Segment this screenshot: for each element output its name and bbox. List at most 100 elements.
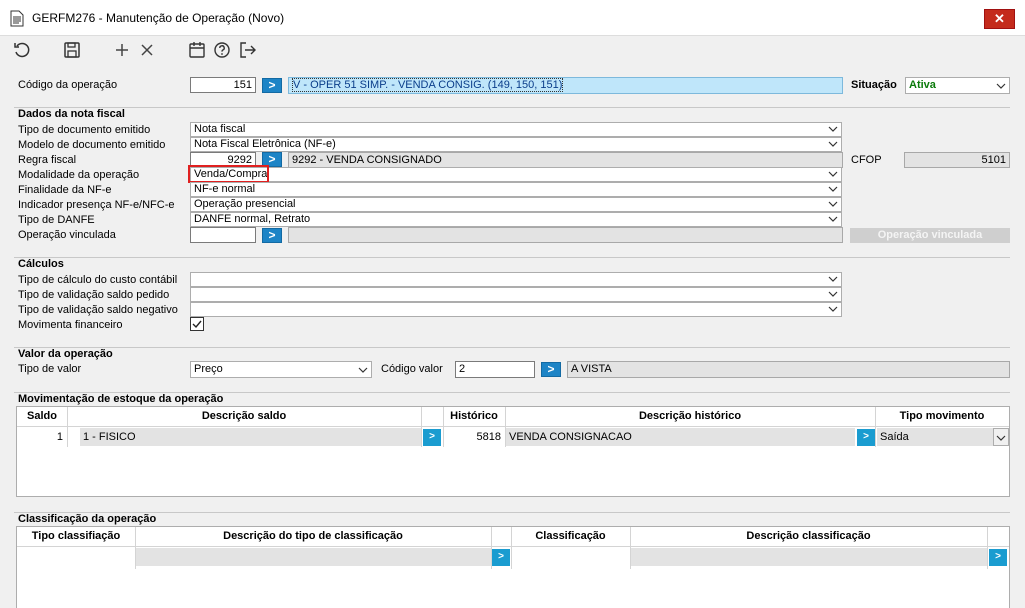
estoque-grid: Saldo Descrição saldo Histórico Descriçã… [16,406,1010,497]
col-descricao-classificacao[interactable]: Descrição classificação [630,530,987,542]
chevron-down-icon [358,367,368,373]
col-saldo[interactable]: Saldo [17,410,67,422]
window-title: GERFM276 - Manutenção de Operação (Novo) [32,11,285,25]
row-tipo-movimento-select[interactable]: Saída [877,428,1009,446]
cfop-label: CFOP [851,154,882,166]
row-saldo: 1 [56,431,63,443]
chevron-down-icon [828,216,838,222]
operacao-vinculada-description [288,227,843,243]
undo-icon[interactable] [12,40,32,60]
modelo-documento-label: Modelo de documento emitido [18,139,166,151]
tipo-documento-select[interactable]: Nota fiscal [190,122,842,137]
chevron-down-icon [828,201,838,207]
row-descricao-saldo-text: 1 - FISICO [83,431,136,443]
tipo-documento-value: Nota fiscal [194,123,246,135]
chevron-down-icon [828,186,838,192]
tipo-documento-label: Tipo de documento emitido [18,124,151,136]
estoque-title: Movimentação de estoque da operação [18,393,224,405]
tipo-danfe-label: Tipo de DANFE [18,214,95,226]
custo-contabil-select[interactable] [190,272,842,287]
calculos-title: Cálculos [18,258,64,270]
col-descricao-tipo-classificacao[interactable]: Descrição do tipo de classificação [135,530,491,542]
form-area: Código da operação 151 > V - OPER 51 SIM… [0,64,1025,608]
finalidade-nfe-select[interactable]: NF-e normal [190,182,842,197]
row-descricao-historico: VENDA CONSIGNACAO [506,428,855,446]
toolbar [0,36,1025,64]
descricao-operacao-field[interactable]: V - OPER 51 SIMP. - VENDA CONSIG. (149, … [288,77,843,94]
indicador-presenca-label: Indicador presença NF-e/NFC-e [18,199,175,211]
document-icon [10,10,24,27]
finalidade-nfe-label: Finalidade da NF-e [18,184,112,196]
row-classificacao-search-button[interactable]: > [989,549,1007,566]
operacao-vinculada-button[interactable]: Operação vinculada [850,228,1010,243]
modalidade-operacao-label: Modalidade da operação [18,169,140,181]
modelo-documento-value: Nota Fiscal Eletrônica (NF-e) [194,138,336,150]
situacao-select[interactable]: Ativa [905,77,1010,94]
save-icon[interactable] [62,40,82,60]
col-classificacao[interactable]: Classificação [511,530,630,542]
codigo-valor-search-button[interactable]: > [541,362,561,377]
indicador-presenca-select[interactable]: Operação presencial [190,197,842,212]
help-icon[interactable] [212,40,232,60]
col-tipo-movimento[interactable]: Tipo movimento [875,410,1009,422]
row-descricao-historico-text: VENDA CONSIGNACAO [509,431,632,443]
checkmark-icon [192,320,202,329]
operacao-vinculada-search-button[interactable]: > [262,228,282,243]
operacao-vinculada-label: Operação vinculada [18,229,116,241]
row-descricao-tipo-classificacao [136,548,491,566]
codigo-valor-label: Código valor [381,363,443,375]
cfop-value: 5101 [904,152,1010,168]
tipo-danfe-value: DANFE normal, Retrato [194,213,311,225]
saldo-pedido-select[interactable] [190,287,842,302]
tipo-valor-select[interactable]: Preço [190,361,372,378]
title-bar: GERFM276 - Manutenção de Operação (Novo)… [0,0,1025,36]
codigo-operacao-label: Código da operação [18,79,118,91]
table-row[interactable]: > > [17,548,1009,567]
operacao-vinculada-input[interactable] [190,227,256,243]
codigo-operacao-search-button[interactable]: > [262,78,282,93]
row-tipo-classificacao-search-button[interactable]: > [492,549,510,566]
table-row[interactable]: 1 1 - FISICO > 5818 VENDA CONSIGNACAO > … [17,428,1009,447]
chevron-down-icon [828,306,838,312]
chevron-down-icon [828,126,838,132]
regra-fiscal-description: 9292 - VENDA CONSIGNADO [288,152,843,168]
valor-operacao-title: Valor da operação [18,348,113,360]
row-tipo-movimento-value: Saída [880,431,909,443]
exit-icon[interactable] [237,40,257,60]
indicador-presenca-value: Operação presencial [194,198,296,210]
col-descricao-saldo[interactable]: Descrição saldo [67,410,421,422]
movimenta-financeiro-checkbox[interactable] [190,317,204,331]
col-tipo-classificacao[interactable]: Tipo classifiação [17,530,135,542]
saldo-negativo-label: Tipo de validação saldo negativo [18,304,178,316]
col-historico[interactable]: Histórico [443,410,505,422]
delete-icon[interactable] [137,40,157,60]
codigo-operacao-input[interactable]: 151 [190,77,256,93]
add-icon[interactable] [112,40,132,60]
row-historico-search-button[interactable]: > [857,429,875,446]
calendar-icon[interactable] [187,40,207,60]
descricao-operacao-text: V - OPER 51 SIMP. - VENDA CONSIG. (149, … [292,78,564,92]
row-saldo-search-button[interactable]: > [423,429,441,446]
codigo-valor-description: A VISTA [567,361,1010,378]
codigo-valor-input[interactable]: 2 [455,361,535,378]
chevron-down-icon [828,141,838,147]
close-button[interactable]: ✕ [984,9,1015,29]
modelo-documento-select[interactable]: Nota Fiscal Eletrônica (NF-e) [190,137,842,152]
custo-contabil-label: Tipo de cálculo do custo contábil [18,274,178,286]
tipo-danfe-select[interactable]: DANFE normal, Retrato [190,212,842,227]
classificacao-title: Classificação da operação [18,513,157,525]
situacao-value: Ativa [909,79,936,91]
chevron-down-icon [828,276,838,282]
movimenta-financeiro-label: Movimenta financeiro [18,319,123,331]
tipo-valor-value: Preço [194,363,223,375]
finalidade-nfe-value: NF-e normal [194,183,256,195]
highlight-box [188,165,269,183]
saldo-pedido-label: Tipo de validação saldo pedido [18,289,170,301]
modalidade-operacao-select[interactable]: Venda/Compra [190,167,842,182]
chevron-down-icon [828,291,838,297]
chevron-down-icon[interactable] [993,428,1009,446]
tipo-valor-label: Tipo de valor [18,363,82,375]
classificacao-grid: Tipo classifiação Descrição do tipo de c… [16,526,1010,608]
col-descricao-historico[interactable]: Descrição histórico [505,410,875,422]
saldo-negativo-select[interactable] [190,302,842,317]
